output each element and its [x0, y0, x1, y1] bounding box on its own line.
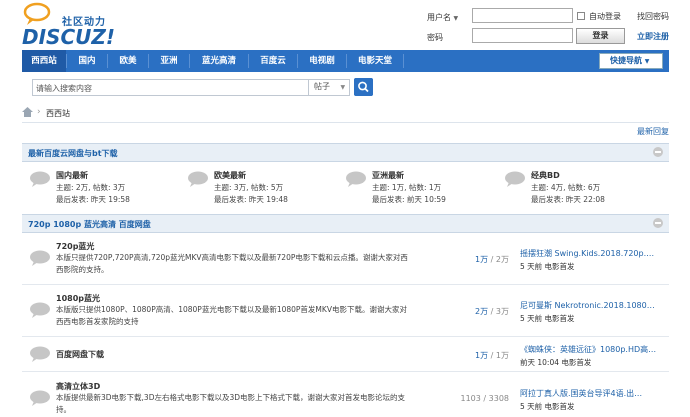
nav-item-xixi[interactable]: 西西站: [22, 50, 66, 72]
collapse-icon[interactable]: [653, 218, 663, 228]
login-button[interactable]: 登录: [576, 28, 625, 44]
nav-item-domestic[interactable]: 国内: [67, 50, 107, 72]
last-post-meta: 前天 10:04 电影首发: [520, 358, 592, 367]
forum-last-post: 最后发表: 昨天 19:48: [214, 195, 288, 204]
search-icon[interactable]: [354, 78, 373, 96]
section-header-hd: 720p 1080p 蓝光高清 百度网盘: [22, 214, 669, 233]
forum-description: 本版版只提供1080P、1080P高清、1080P蓝光电影下载以及最新1080P…: [56, 305, 407, 326]
forum-stats: 主题: 1万, 帖数: 1万: [372, 183, 442, 192]
forum-counts: 1万 / 1万: [475, 351, 509, 360]
row-divider: [22, 284, 669, 285]
forum-name[interactable]: 亚洲最新: [372, 170, 404, 181]
breadcrumb-separator: ›: [37, 107, 41, 117]
username-label: 用户名 ▼: [427, 13, 459, 22]
last-post-meta: 5 天前 电影首发: [520, 314, 575, 323]
search-placeholder: 请输入搜索内容: [36, 84, 92, 93]
auto-login-label: 自动登录: [589, 12, 621, 21]
section-title[interactable]: 最新百度云网盘与bt下载: [28, 148, 118, 159]
forum-bubble-icon: [346, 171, 366, 187]
forum-last-post: 最后发表: 前天 10:59: [372, 195, 446, 204]
auto-login-checkbox[interactable]: [577, 12, 585, 20]
forum-bubble-icon: [188, 171, 208, 187]
forum-bubble-icon: [30, 171, 50, 187]
forum-stats: 主题: 2万, 帖数: 3万: [56, 183, 126, 192]
home-icon[interactable]: [22, 107, 33, 117]
forum-bubble-icon: [30, 346, 50, 362]
forum-name[interactable]: 欧美最新: [214, 170, 246, 181]
forum-bubble-icon: [30, 390, 50, 406]
logo-text-en: DISCUZ!: [22, 25, 115, 49]
breadcrumb-divider: [22, 122, 669, 123]
username-input[interactable]: [472, 8, 573, 23]
forum-name[interactable]: 高清立体3D: [56, 381, 100, 392]
forum-stats: 主题: 3万, 帖数: 5万: [214, 183, 284, 192]
logo-bubble-icon: [23, 2, 51, 25]
breadcrumb-current[interactable]: 西西站: [46, 108, 70, 119]
search-category-select[interactable]: 帖子 ▼: [308, 79, 350, 96]
nav-item-tv[interactable]: 电视剧: [298, 50, 346, 72]
password-label: 密码: [427, 33, 443, 42]
forum-name[interactable]: 国内最新: [56, 170, 88, 181]
nav-item-movie-heaven[interactable]: 电影天堂: [347, 50, 403, 72]
row-divider: [22, 336, 669, 337]
forum-description: 本版提供最新3D电影下载,3D左右格式电影下载以及3D电影上下格式下载，谢谢大家…: [56, 393, 406, 414]
last-post-meta: 5 天前 电影首发: [520, 262, 575, 271]
main-nav: 西西站 国内 欧美 亚洲 蓝光高清 百度云 电视剧 电影天堂 快捷导航 ▼: [22, 50, 669, 72]
forum-name[interactable]: 经典BD: [531, 170, 560, 181]
nav-item-asia[interactable]: 亚洲: [149, 50, 189, 72]
last-post-meta: 5 天前 电影首发: [520, 402, 575, 411]
nav-item-baiduyun[interactable]: 百度云: [249, 50, 297, 72]
forum-counts: 1103 / 3308: [460, 394, 510, 403]
latest-reply-link[interactable]: 最新回复: [637, 126, 669, 137]
forum-last-post: 最后发表: 昨天 22:08: [531, 195, 605, 204]
forum-description: 本版只提供720P,720P高清,720p蓝光MKV高清电影下载以及最新720P…: [56, 253, 408, 274]
forum-bubble-icon: [30, 302, 50, 318]
nav-item-bluray[interactable]: 蓝光高清: [190, 50, 248, 72]
password-input[interactable]: [472, 28, 573, 43]
forum-counts: 2万 / 3万: [475, 307, 509, 316]
forum-bubble-icon: [30, 250, 50, 266]
collapse-icon[interactable]: [653, 147, 663, 157]
quick-nav-button[interactable]: 快捷导航 ▼: [599, 53, 663, 69]
last-post-title[interactable]: 阿拉丁真人版.国英台导评4语.出…: [520, 388, 642, 399]
forum-name[interactable]: 720p蓝光: [56, 241, 94, 252]
last-post-title[interactable]: 摇摆狂潮 Swing.Kids.2018.720p.…: [520, 248, 654, 259]
forum-last-post: 最后发表: 昨天 19:58: [56, 195, 130, 204]
register-link[interactable]: 立即注册: [637, 31, 669, 42]
forum-bubble-icon: [505, 171, 525, 187]
nav-item-western[interactable]: 欧美: [108, 50, 148, 72]
forum-counts: 1万 / 2万: [475, 255, 509, 264]
row-divider: [22, 371, 669, 372]
forgot-password-link[interactable]: 找回密码: [637, 11, 669, 22]
section-header-latest: 最新百度云网盘与bt下载: [22, 143, 669, 162]
section-title[interactable]: 720p 1080p 蓝光高清 百度网盘: [28, 219, 151, 230]
last-post-title[interactable]: 《蜘蛛侠：英雄远征》1080p.HD高…: [520, 344, 656, 355]
forum-stats: 主题: 4万, 帖数: 6万: [531, 183, 601, 192]
last-post-title[interactable]: 尼可曼斯 Nekrotronic.2018.1080…: [520, 300, 655, 311]
forum-name[interactable]: 1080p蓝光: [56, 293, 100, 304]
forum-name[interactable]: 百度网盘下载: [56, 349, 104, 360]
